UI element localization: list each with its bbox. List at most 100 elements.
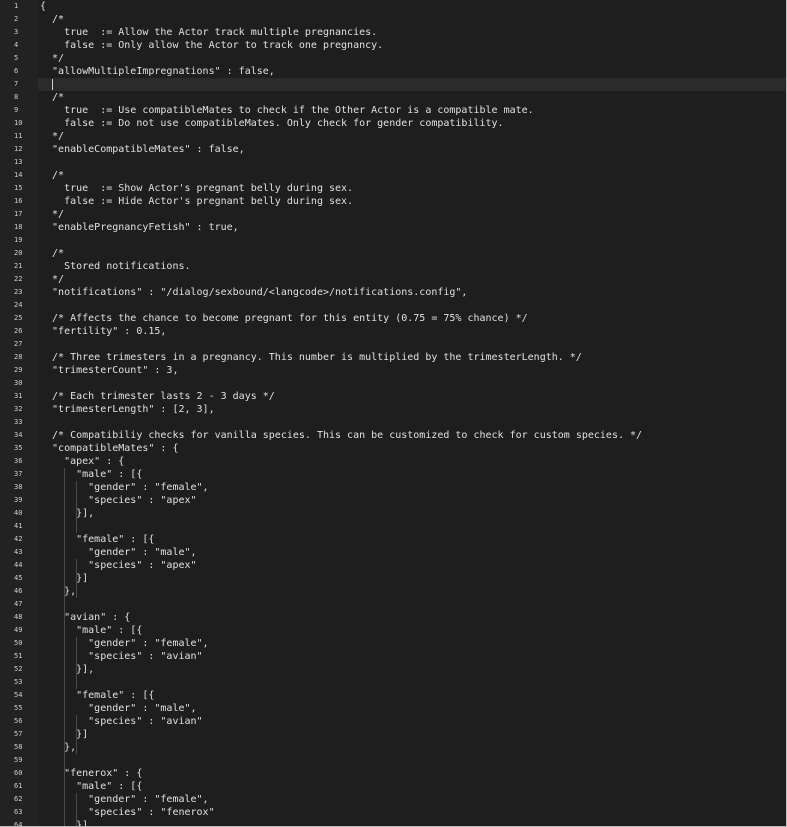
line-number: 64 [14, 821, 23, 827]
code-line[interactable]: }, [38, 585, 786, 598]
code-line[interactable] [38, 156, 786, 169]
line-number: 41 [14, 522, 23, 530]
code-line[interactable]: /* Compatibiliy checks for vanilla speci… [38, 429, 786, 442]
code-line[interactable]: false := Only allow the Actor to track o… [38, 39, 786, 52]
code-line[interactable] [38, 520, 786, 533]
code-editor[interactable]: 1 2 3 4 5 6 7 8 9 10 11 12 13 14 15 16 17 18 19 20 21 22 23 24 2… [0, 0, 787, 827]
code-line[interactable] [38, 78, 786, 91]
line-number: 35 [14, 444, 23, 452]
code-line[interactable]: }], [38, 507, 786, 520]
line-number: 58 [14, 743, 23, 751]
code-line[interactable]: /* Three trimesters in a pregnancy. This… [38, 351, 786, 364]
line-number: 29 [14, 366, 23, 374]
code-line[interactable]: }] [38, 572, 786, 585]
code-text: "male" : [{ [40, 469, 143, 480]
code-line[interactable] [38, 377, 786, 390]
line-number: 63 [14, 808, 23, 816]
code-line[interactable]: }], [38, 819, 786, 826]
code-line[interactable]: "compatibleMates" : { [38, 442, 786, 455]
code-line[interactable]: /* Each trimester lasts 2 - 3 days */ [38, 390, 786, 403]
code-line[interactable]: /* [38, 91, 786, 104]
code-line[interactable] [38, 234, 786, 247]
code-area[interactable]: { /* true := Allow the Actor track multi… [38, 0, 786, 826]
code-line[interactable]: true := Show Actor's pregnant belly duri… [38, 182, 786, 195]
code-line[interactable]: /* Affects the chance to become pregnant… [38, 312, 786, 325]
code-line[interactable]: "species" : "fenerox" [38, 806, 786, 819]
line-number: 2 [14, 15, 19, 23]
line-number: 12 [14, 145, 23, 153]
code-line[interactable]: "species" : "apex" [38, 494, 786, 507]
code-text: }], [40, 508, 95, 519]
code-line[interactable]: "apex" : { [38, 455, 786, 468]
code-line[interactable]: "fertility" : 0.15, [38, 325, 786, 338]
code-line[interactable]: true := Allow the Actor track multiple p… [38, 26, 786, 39]
code-line[interactable] [38, 299, 786, 312]
code-line[interactable]: }, [38, 741, 786, 754]
code-line[interactable]: "enablePregnancyFetish" : true, [38, 221, 786, 234]
code-line[interactable]: "avian" : { [38, 611, 786, 624]
code-text: }, [40, 586, 77, 597]
code-line[interactable]: }] [38, 728, 786, 741]
code-line[interactable]: "enableCompatibleMates" : false, [38, 143, 786, 156]
code-line[interactable]: true := Use compatibleMates to check if … [38, 104, 786, 117]
code-text: /* [40, 14, 65, 25]
code-line[interactable]: "species" : "avian" [38, 715, 786, 728]
code-line[interactable]: false := Do not use compatibleMates. Onl… [38, 117, 786, 130]
code-line[interactable]: "gender" : "female", [38, 637, 786, 650]
code-line[interactable]: }], [38, 663, 786, 676]
code-line[interactable] [38, 754, 786, 767]
code-line[interactable] [38, 416, 786, 429]
code-line[interactable]: "male" : [{ [38, 624, 786, 637]
code-text: }, [40, 742, 77, 753]
code-line[interactable]: /* [38, 13, 786, 26]
code-text: "male" : [{ [40, 781, 143, 792]
code-line[interactable]: /* [38, 247, 786, 260]
code-line[interactable]: "species" : "apex" [38, 559, 786, 572]
code-text: /* Three trimesters in a pregnancy. This… [40, 352, 582, 363]
code-line[interactable]: "notifications" : "/dialog/sexbound/<lan… [38, 286, 786, 299]
code-line[interactable]: */ [38, 208, 786, 221]
code-line[interactable]: Stored notifications. [38, 260, 786, 273]
code-line[interactable] [38, 598, 786, 611]
code-line[interactable]: "gender" : "female", [38, 481, 786, 494]
code-text: "species" : "fenerox" [40, 807, 215, 818]
line-number: 49 [14, 626, 23, 634]
code-text: /* [40, 248, 65, 259]
code-line[interactable]: */ [38, 130, 786, 143]
code-text: /* Compatibiliy checks for vanilla speci… [40, 430, 643, 441]
code-text: false := Only allow the Actor to track o… [40, 40, 384, 51]
code-text: "trimesterCount" : 3, [40, 365, 179, 376]
line-number: 33 [14, 418, 23, 426]
code-line[interactable]: "allowMultipleImpregnations" : false, [38, 65, 786, 78]
line-number: 39 [14, 496, 23, 504]
code-line[interactable] [38, 338, 786, 351]
code-line[interactable]: "male" : [{ [38, 468, 786, 481]
code-line[interactable]: { [38, 0, 786, 13]
indent-guide [76, 715, 78, 754]
code-line[interactable]: "gender" : "female", [38, 793, 786, 806]
line-number: 42 [14, 535, 23, 543]
code-text: false := Hide Actor's pregnant belly dur… [40, 196, 354, 207]
code-line[interactable]: "gender" : "male", [38, 702, 786, 715]
code-line[interactable]: "trimesterLength" : [2, 3], [38, 403, 786, 416]
line-number: 4 [14, 41, 19, 49]
code-text: Stored notifications. [40, 261, 191, 272]
code-line[interactable]: "female" : [{ [38, 689, 786, 702]
code-line[interactable]: "gender" : "male", [38, 546, 786, 559]
code-line[interactable]: */ [38, 52, 786, 65]
code-line[interactable]: "trimesterCount" : 3, [38, 364, 786, 377]
line-number: 37 [14, 470, 23, 478]
code-line[interactable]: "fenerox" : { [38, 767, 786, 780]
code-line[interactable]: */ [38, 273, 786, 286]
code-line[interactable]: "female" : [{ [38, 533, 786, 546]
code-text: true := Show Actor's pregnant belly duri… [40, 183, 354, 194]
indent-guide [76, 637, 78, 689]
code-line[interactable]: "species" : "avian" [38, 650, 786, 663]
code-line[interactable]: "male" : [{ [38, 780, 786, 793]
line-number: 18 [14, 223, 23, 231]
code-line[interactable] [38, 676, 786, 689]
code-text: /* [40, 92, 65, 103]
code-line[interactable]: /* [38, 169, 786, 182]
code-line[interactable]: false := Hide Actor's pregnant belly dur… [38, 195, 786, 208]
line-number: 13 [14, 158, 23, 166]
